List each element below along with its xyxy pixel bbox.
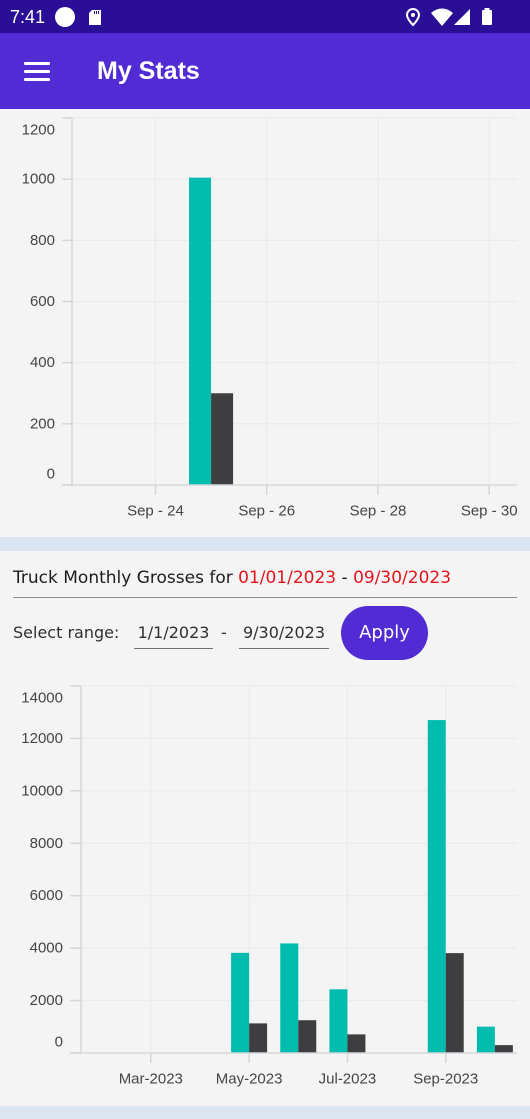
title-divider <box>13 597 517 598</box>
y-tick-label: 400 <box>30 354 55 371</box>
title-prefix: Truck Monthly Grosses for <box>13 568 239 588</box>
bar-series-1 <box>329 989 348 1053</box>
bar-series-1 <box>231 952 250 1053</box>
y-tick-label: 10000 <box>21 782 63 799</box>
bar-series-1 <box>427 720 446 1053</box>
x-tick-label: Sep - 28 <box>350 503 407 520</box>
y-tick-label: 2000 <box>30 992 63 1009</box>
x-tick-label: May-2023 <box>216 1071 283 1088</box>
notification-dot-icon <box>55 7 75 27</box>
bar-series-2 <box>298 1020 317 1053</box>
range-separator: - <box>221 623 227 642</box>
x-tick-label: Sep - 26 <box>238 503 295 520</box>
cell-signal-icon <box>454 9 470 25</box>
y-tick-label: 6000 <box>30 887 63 904</box>
daily-bar-chart: 0 200 400 600 800 1000 1200 Sep - 24 Sep - 26 Sep… <box>22 117 518 520</box>
x-tick-label: Sep-2023 <box>413 1071 478 1088</box>
x-tick-label: Sep - 30 <box>461 503 518 520</box>
y-tick-label: 0 <box>55 1034 63 1051</box>
y-tick-label: 1200 <box>22 122 55 139</box>
monthly-bar-chart: 0 2000 4000 6000 8000 10000 12000 14000 Mar-2023… <box>21 685 517 1088</box>
y-tick-label: 600 <box>30 293 55 310</box>
sd-card-icon <box>89 10 101 25</box>
app-header: My Stats <box>0 33 530 109</box>
bar-series-1 <box>189 177 212 485</box>
bar-series-2 <box>249 1023 268 1053</box>
x-tick-label: Jul-2023 <box>319 1071 377 1088</box>
wifi-icon <box>431 8 453 26</box>
y-tick-label: 8000 <box>30 835 63 852</box>
page-title: My Stats <box>97 57 200 85</box>
y-tick-label: 1000 <box>22 171 55 188</box>
status-time: 7:41 <box>10 7 46 27</box>
x-tick-label: Mar-2023 <box>119 1071 183 1088</box>
gridlines <box>72 117 517 486</box>
section-separator <box>0 537 530 551</box>
select-range-label: Select range: <box>13 623 120 642</box>
location-icon <box>405 7 421 27</box>
title-start-date: 01/01/2023 <box>238 568 337 588</box>
y-tick-label: 800 <box>30 232 55 249</box>
start-date-picker[interactable]: 1/1/2023 <box>134 620 213 649</box>
y-tick-label: 0 <box>47 466 55 483</box>
y-tick-label: 14000 <box>21 690 63 707</box>
y-tick-label: 4000 <box>30 940 63 957</box>
battery-icon <box>482 8 492 25</box>
monthly-section-title: Truck Monthly Grosses for 01/01/2023 - 0… <box>13 566 451 590</box>
y-tick-label: 12000 <box>21 730 63 747</box>
bar-series-2 <box>211 393 234 485</box>
end-date-picker[interactable]: 9/30/2023 <box>239 620 329 649</box>
bottom-separator <box>0 1106 530 1119</box>
bar-series-2 <box>445 953 464 1053</box>
title-end-date: 09/30/2023 <box>353 568 452 588</box>
hamburger-menu-icon[interactable] <box>16 51 58 91</box>
title-separator: - <box>336 568 354 588</box>
bar-series-2 <box>347 1034 366 1053</box>
bar-series-2 <box>494 1045 513 1053</box>
x-tick-label: Sep - 24 <box>127 503 184 520</box>
status-bar: 7:41 <box>0 0 530 33</box>
y-tick-label: 200 <box>30 415 55 432</box>
bar-series-1 <box>280 943 299 1053</box>
bar-series-1 <box>476 1026 495 1053</box>
apply-button[interactable]: Apply <box>341 606 428 660</box>
